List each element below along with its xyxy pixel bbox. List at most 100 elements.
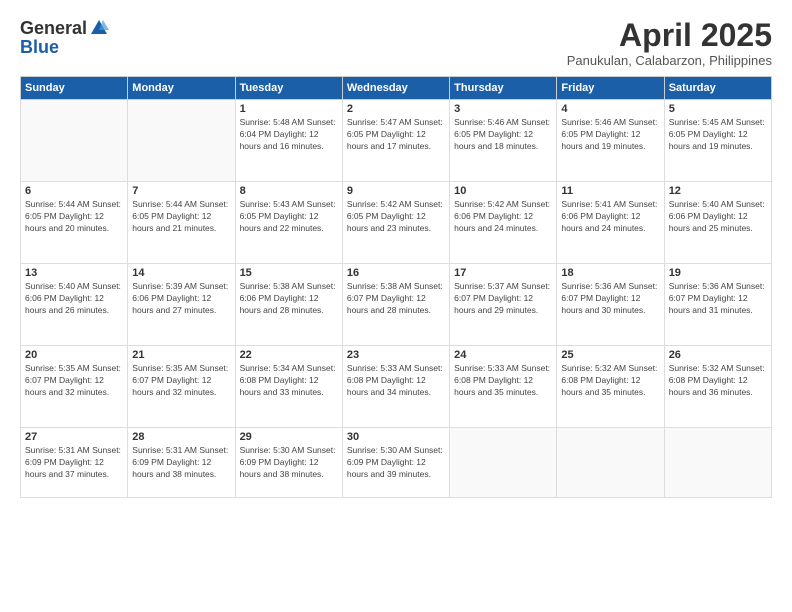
day-info: Sunrise: 5:35 AM Sunset: 6:07 PM Dayligh… — [25, 363, 123, 399]
table-row: 29 Sunrise: 5:30 AM Sunset: 6:09 PM Dayli… — [235, 428, 342, 498]
day-number: 28 — [132, 431, 230, 443]
table-row: 10 Sunrise: 5:42 AM Sunset: 6:06 PM Dayli… — [450, 182, 557, 264]
day-number: 9 — [347, 185, 445, 197]
day-info: Sunrise: 5:41 AM Sunset: 6:06 PM Dayligh… — [561, 199, 659, 235]
header: General Blue April 2025 Panukulan, Calab… — [20, 18, 772, 68]
day-info: Sunrise: 5:30 AM Sunset: 6:09 PM Dayligh… — [240, 445, 338, 481]
table-row: 16 Sunrise: 5:38 AM Sunset: 6:07 PM Dayli… — [342, 264, 449, 346]
day-info: Sunrise: 5:38 AM Sunset: 6:07 PM Dayligh… — [347, 281, 445, 317]
day-number: 21 — [132, 349, 230, 361]
table-row: 25 Sunrise: 5:32 AM Sunset: 6:08 PM Dayli… — [557, 346, 664, 428]
day-number: 29 — [240, 431, 338, 443]
day-info: Sunrise: 5:33 AM Sunset: 6:08 PM Dayligh… — [454, 363, 552, 399]
day-number: 19 — [669, 267, 767, 279]
table-row — [128, 100, 235, 182]
table-row: 27 Sunrise: 5:31 AM Sunset: 6:09 PM Dayli… — [21, 428, 128, 498]
table-row: 6 Sunrise: 5:44 AM Sunset: 6:05 PM Daylig… — [21, 182, 128, 264]
day-info: Sunrise: 5:45 AM Sunset: 6:05 PM Dayligh… — [669, 117, 767, 153]
subtitle: Panukulan, Calabarzon, Philippines — [567, 53, 772, 68]
day-info: Sunrise: 5:37 AM Sunset: 6:07 PM Dayligh… — [454, 281, 552, 317]
col-tuesday: Tuesday — [235, 77, 342, 100]
col-monday: Monday — [128, 77, 235, 100]
day-info: Sunrise: 5:32 AM Sunset: 6:08 PM Dayligh… — [561, 363, 659, 399]
day-number: 26 — [669, 349, 767, 361]
day-number: 12 — [669, 185, 767, 197]
day-number: 10 — [454, 185, 552, 197]
day-info: Sunrise: 5:46 AM Sunset: 6:05 PM Dayligh… — [561, 117, 659, 153]
table-row: 13 Sunrise: 5:40 AM Sunset: 6:06 PM Dayli… — [21, 264, 128, 346]
table-row: 20 Sunrise: 5:35 AM Sunset: 6:07 PM Dayli… — [21, 346, 128, 428]
day-number: 11 — [561, 185, 659, 197]
calendar-header-row: Sunday Monday Tuesday Wednesday Thursday… — [21, 77, 772, 100]
month-title: April 2025 — [567, 18, 772, 53]
day-info: Sunrise: 5:47 AM Sunset: 6:05 PM Dayligh… — [347, 117, 445, 153]
day-number: 13 — [25, 267, 123, 279]
table-row: 4Sunrise: 5:46 AM Sunset: 6:05 PM Daylig… — [557, 100, 664, 182]
day-info: Sunrise: 5:33 AM Sunset: 6:08 PM Dayligh… — [347, 363, 445, 399]
logo-icon — [89, 18, 109, 38]
day-number: 5 — [669, 103, 767, 115]
day-info: Sunrise: 5:35 AM Sunset: 6:07 PM Dayligh… — [132, 363, 230, 399]
day-number: 8 — [240, 185, 338, 197]
page: General Blue April 2025 Panukulan, Calab… — [0, 0, 792, 612]
table-row: 24 Sunrise: 5:33 AM Sunset: 6:08 PM Dayli… — [450, 346, 557, 428]
table-row — [557, 428, 664, 498]
day-number: 27 — [25, 431, 123, 443]
day-info: Sunrise: 5:44 AM Sunset: 6:05 PM Dayligh… — [25, 199, 123, 235]
day-info: Sunrise: 5:48 AM Sunset: 6:04 PM Dayligh… — [240, 117, 338, 153]
table-row: 30Sunrise: 5:30 AM Sunset: 6:09 PM Dayli… — [342, 428, 449, 498]
table-row: 14 Sunrise: 5:39 AM Sunset: 6:06 PM Dayli… — [128, 264, 235, 346]
table-row: 26Sunrise: 5:32 AM Sunset: 6:08 PM Dayli… — [664, 346, 771, 428]
day-info: Sunrise: 5:44 AM Sunset: 6:05 PM Dayligh… — [132, 199, 230, 235]
day-number: 23 — [347, 349, 445, 361]
day-info: Sunrise: 5:39 AM Sunset: 6:06 PM Dayligh… — [132, 281, 230, 317]
day-info: Sunrise: 5:36 AM Sunset: 6:07 PM Dayligh… — [561, 281, 659, 317]
col-sunday: Sunday — [21, 77, 128, 100]
day-number: 6 — [25, 185, 123, 197]
table-row: 23 Sunrise: 5:33 AM Sunset: 6:08 PM Dayli… — [342, 346, 449, 428]
table-row: 22 Sunrise: 5:34 AM Sunset: 6:08 PM Dayli… — [235, 346, 342, 428]
day-number: 7 — [132, 185, 230, 197]
day-info: Sunrise: 5:30 AM Sunset: 6:09 PM Dayligh… — [347, 445, 445, 481]
table-row: 19 Sunrise: 5:36 AM Sunset: 6:07 PM Dayli… — [664, 264, 771, 346]
day-number: 24 — [454, 349, 552, 361]
day-number: 22 — [240, 349, 338, 361]
day-number: 15 — [240, 267, 338, 279]
logo-blue: Blue — [20, 38, 59, 56]
day-info: Sunrise: 5:36 AM Sunset: 6:07 PM Dayligh… — [669, 281, 767, 317]
table-row: 11 Sunrise: 5:41 AM Sunset: 6:06 PM Dayli… — [557, 182, 664, 264]
day-info: Sunrise: 5:34 AM Sunset: 6:08 PM Dayligh… — [240, 363, 338, 399]
table-row: 18 Sunrise: 5:36 AM Sunset: 6:07 PM Dayli… — [557, 264, 664, 346]
col-friday: Friday — [557, 77, 664, 100]
day-number: 17 — [454, 267, 552, 279]
day-number: 25 — [561, 349, 659, 361]
calendar: Sunday Monday Tuesday Wednesday Thursday… — [20, 76, 772, 498]
table-row: 28 Sunrise: 5:31 AM Sunset: 6:09 PM Dayli… — [128, 428, 235, 498]
day-info: Sunrise: 5:42 AM Sunset: 6:06 PM Dayligh… — [454, 199, 552, 235]
table-row: 15 Sunrise: 5:38 AM Sunset: 6:06 PM Dayli… — [235, 264, 342, 346]
day-number: 16 — [347, 267, 445, 279]
table-row: 8Sunrise: 5:43 AM Sunset: 6:05 PM Daylig… — [235, 182, 342, 264]
col-thursday: Thursday — [450, 77, 557, 100]
day-number: 18 — [561, 267, 659, 279]
day-info: Sunrise: 5:42 AM Sunset: 6:05 PM Dayligh… — [347, 199, 445, 235]
day-info: Sunrise: 5:38 AM Sunset: 6:06 PM Dayligh… — [240, 281, 338, 317]
day-info: Sunrise: 5:46 AM Sunset: 6:05 PM Dayligh… — [454, 117, 552, 153]
table-row: 1 Sunrise: 5:48 AM Sunset: 6:04 PM Daylig… — [235, 100, 342, 182]
day-info: Sunrise: 5:40 AM Sunset: 6:06 PM Dayligh… — [25, 281, 123, 317]
day-info: Sunrise: 5:31 AM Sunset: 6:09 PM Dayligh… — [132, 445, 230, 481]
table-row: 17 Sunrise: 5:37 AM Sunset: 6:07 PM Dayli… — [450, 264, 557, 346]
day-number: 1 — [240, 103, 338, 115]
table-row: 12Sunrise: 5:40 AM Sunset: 6:06 PM Dayli… — [664, 182, 771, 264]
day-number: 3 — [454, 103, 552, 115]
day-number: 2 — [347, 103, 445, 115]
table-row — [664, 428, 771, 498]
day-info: Sunrise: 5:31 AM Sunset: 6:09 PM Dayligh… — [25, 445, 123, 481]
day-number: 14 — [132, 267, 230, 279]
table-row: 5 Sunrise: 5:45 AM Sunset: 6:05 PM Daylig… — [664, 100, 771, 182]
title-block: April 2025 Panukulan, Calabarzon, Philip… — [567, 18, 772, 68]
table-row — [450, 428, 557, 498]
table-row: 9 Sunrise: 5:42 AM Sunset: 6:05 PM Daylig… — [342, 182, 449, 264]
logo: General Blue — [20, 18, 109, 56]
day-number: 20 — [25, 349, 123, 361]
